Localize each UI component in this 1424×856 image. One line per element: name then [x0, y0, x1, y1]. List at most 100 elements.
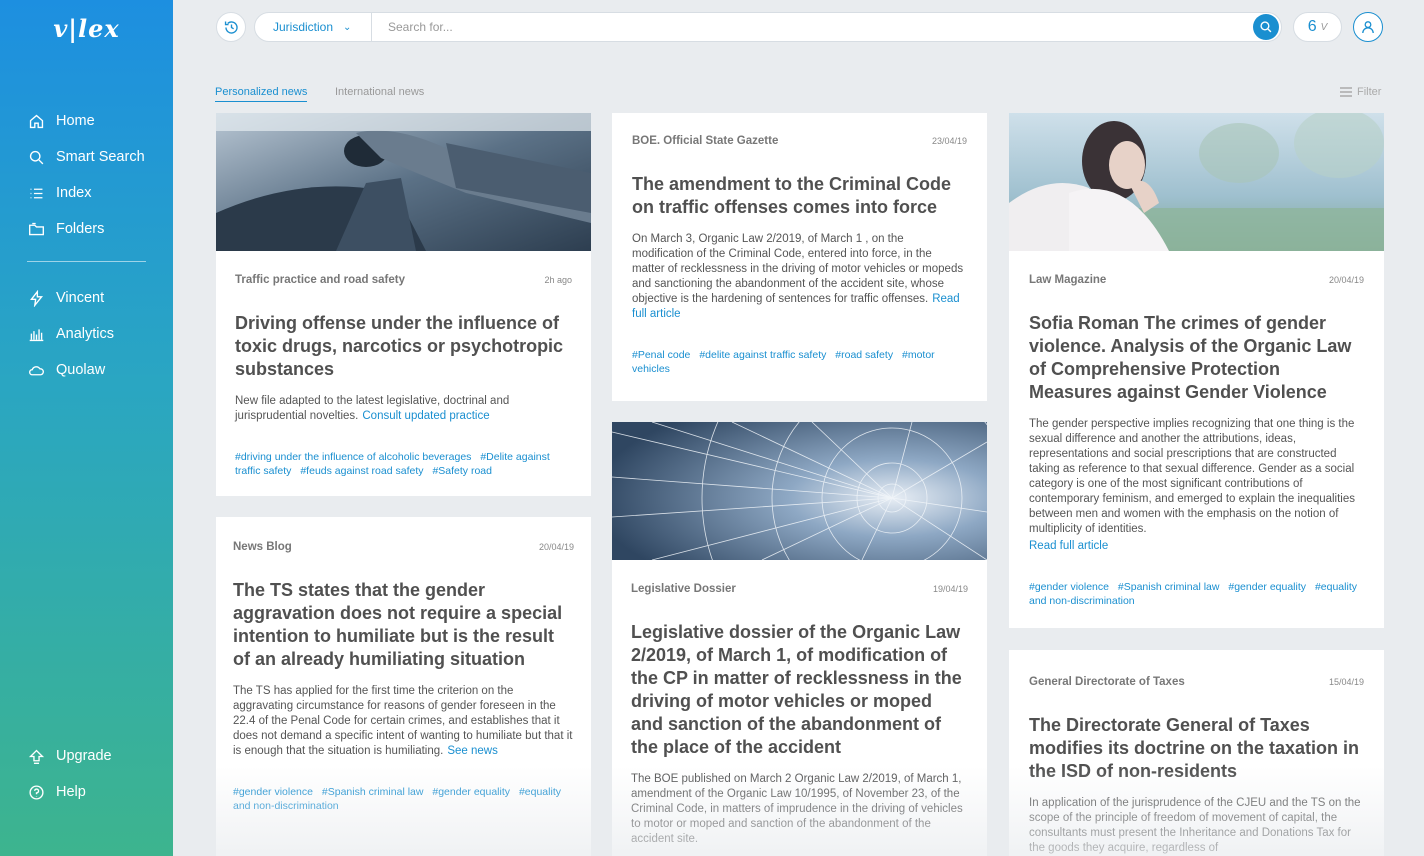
news-card[interactable]: Traffic practice and road safety 2h ago …: [216, 113, 591, 496]
sidebar-item-quolaw[interactable]: Quolaw: [0, 352, 173, 388]
card-description-text: In application of the jurisprudence of t…: [1029, 797, 1361, 854]
card-description: New file adapted to the latest legislati…: [235, 394, 572, 424]
sidebar-item-label: Help: [56, 784, 86, 800]
upgrade-icon: [27, 747, 45, 765]
card-image-broken-glass: [612, 422, 987, 560]
card-body: News Blog 20/04/19 The TS states that th…: [216, 541, 591, 813]
tag[interactable]: #delite against traffic safety: [699, 349, 826, 361]
tag[interactable]: #gender violence: [1029, 581, 1109, 593]
help-icon: [27, 783, 45, 801]
card-source: Law Magazine: [1029, 274, 1107, 286]
search-icon: [27, 148, 45, 166]
sidebar-item-analytics[interactable]: Analytics: [0, 316, 173, 352]
sidebar-item-smart-search[interactable]: Smart Search: [0, 139, 173, 175]
card-description-text: The BOE published on March 2 Organic Law…: [631, 773, 963, 845]
user-icon: [1360, 19, 1376, 35]
card-description-text: The gender perspective implies recognizi…: [1029, 418, 1356, 535]
card-image-woman: [1009, 113, 1384, 251]
credits-counter[interactable]: 6 V: [1293, 12, 1342, 42]
card-date: 20/04/19: [1328, 275, 1364, 285]
main-nav: Home Smart Search Index Folders: [0, 103, 173, 247]
card-date: 19/04/19: [932, 584, 968, 594]
tag[interactable]: #gender violence: [233, 786, 313, 798]
filter-label: Filter: [1357, 86, 1382, 98]
sidebar-divider: [27, 261, 146, 262]
tag[interactable]: #Spanish criminal law: [322, 786, 424, 798]
history-icon: [223, 19, 240, 36]
card-description: The gender perspective implies recognizi…: [1029, 417, 1364, 554]
sidebar-item-label: Quolaw: [56, 362, 106, 378]
tag[interactable]: #road safety: [835, 349, 893, 361]
card-source: General Directorate of Taxes: [1029, 676, 1185, 688]
jurisdiction-dropdown[interactable]: Jurisdiction ⌄: [255, 13, 372, 41]
card-source: News Blog: [233, 541, 292, 553]
home-icon: [27, 112, 45, 130]
card-title[interactable]: Driving offense under the influence of t…: [235, 312, 572, 381]
card-body: BOE. Official State Gazette 23/04/19 The…: [612, 135, 987, 376]
card-description: In application of the jurisprudence of t…: [1029, 796, 1364, 856]
card-description-text: On March 3, Organic Law 2/2019, of March…: [632, 233, 964, 305]
user-profile-button[interactable]: [1353, 12, 1383, 42]
card-tags: #driving under the influence of alcoholi…: [235, 450, 572, 478]
folder-icon: [27, 220, 45, 238]
sidebar-item-label: Vincent: [56, 290, 105, 306]
history-button[interactable]: [216, 12, 246, 42]
card-source: BOE. Official State Gazette: [632, 135, 779, 147]
card-title[interactable]: Sofia Roman The crimes of gender violenc…: [1029, 312, 1364, 404]
tab-personalized-news[interactable]: Personalized news: [215, 86, 308, 102]
sidebar-item-upgrade[interactable]: Upgrade: [0, 738, 173, 774]
news-card[interactable]: Law Magazine 20/04/19 Sofia Roman The cr…: [1009, 113, 1384, 628]
sidebar-item-vincent[interactable]: Vincent: [0, 280, 173, 316]
tools-nav: Vincent Analytics Quolaw: [0, 280, 173, 388]
sidebar-item-label: Upgrade: [56, 748, 112, 764]
card-tags: #gender violence #Spanish criminal law #…: [1029, 580, 1364, 608]
card-title[interactable]: The amendment to the Criminal Code on tr…: [632, 173, 967, 219]
lightning-icon: [27, 289, 45, 307]
search-button[interactable]: [1253, 14, 1279, 40]
card-description: The BOE published on March 2 Organic Law…: [631, 772, 968, 847]
vlex-logo[interactable]: v|lex: [0, 14, 173, 43]
card-source: Legislative Dossier: [631, 583, 736, 595]
tag[interactable]: #Safety road: [432, 465, 492, 477]
tag[interactable]: #gender equality: [432, 786, 510, 798]
card-link[interactable]: See news: [447, 745, 498, 757]
tag[interactable]: #feuds against road safety: [300, 465, 423, 477]
sidebar-item-label: Index: [56, 185, 92, 201]
news-card[interactable]: General Directorate of Taxes 15/04/19 Th…: [1009, 650, 1384, 856]
news-card[interactable]: News Blog 20/04/19 The TS states that th…: [216, 517, 591, 856]
list-icon: [27, 184, 45, 202]
sidebar-item-label: Smart Search: [56, 149, 145, 165]
card-title[interactable]: The Directorate General of Taxes modifie…: [1029, 714, 1364, 783]
card-tags: #Penal code #delite against traffic safe…: [632, 348, 967, 376]
card-link[interactable]: Read full article: [1029, 539, 1108, 554]
card-source: Traffic practice and road safety: [235, 274, 406, 286]
card-date: 15/04/19: [1328, 677, 1364, 687]
search-input[interactable]: [372, 20, 1253, 34]
tag[interactable]: #Spanish criminal law: [1118, 581, 1220, 593]
tag[interactable]: #Penal code: [632, 349, 690, 361]
sidebar-item-home[interactable]: Home: [0, 103, 173, 139]
news-card[interactable]: BOE. Official State Gazette 23/04/19 The…: [612, 113, 987, 401]
card-title[interactable]: The TS states that the gender aggravatio…: [233, 579, 574, 671]
card-title[interactable]: Legislative dossier of the Organic Law 2…: [631, 621, 968, 759]
sidebar-item-help[interactable]: Help: [0, 774, 173, 810]
tab-international-news[interactable]: International news: [335, 86, 424, 101]
search-icon: [1259, 20, 1273, 34]
filter-button[interactable]: Filter: [1340, 86, 1381, 98]
card-date: 23/04/19: [931, 136, 967, 146]
card-description: On March 3, Organic Law 2/2019, of March…: [632, 232, 967, 322]
bar-chart-icon: [27, 325, 45, 343]
card-link[interactable]: Consult updated practice: [362, 410, 489, 422]
news-card[interactable]: Legislative Dossier 19/04/19 Legislative…: [612, 422, 987, 856]
bottom-nav: Upgrade Help: [0, 738, 173, 810]
sidebar-item-index[interactable]: Index: [0, 175, 173, 211]
jurisdiction-label: Jurisdiction: [273, 20, 334, 34]
card-body: Traffic practice and road safety 2h ago …: [216, 274, 591, 478]
sidebar-item-folders[interactable]: Folders: [0, 211, 173, 247]
sidebar-item-label: Home: [56, 113, 95, 129]
tag[interactable]: #gender equality: [1228, 581, 1306, 593]
search-bar: Jurisdiction ⌄: [254, 12, 1282, 42]
tag[interactable]: #driving under the influence of alcoholi…: [235, 451, 471, 463]
chevron-down-icon: ⌄: [343, 21, 352, 33]
card-image-driving: [216, 113, 591, 251]
